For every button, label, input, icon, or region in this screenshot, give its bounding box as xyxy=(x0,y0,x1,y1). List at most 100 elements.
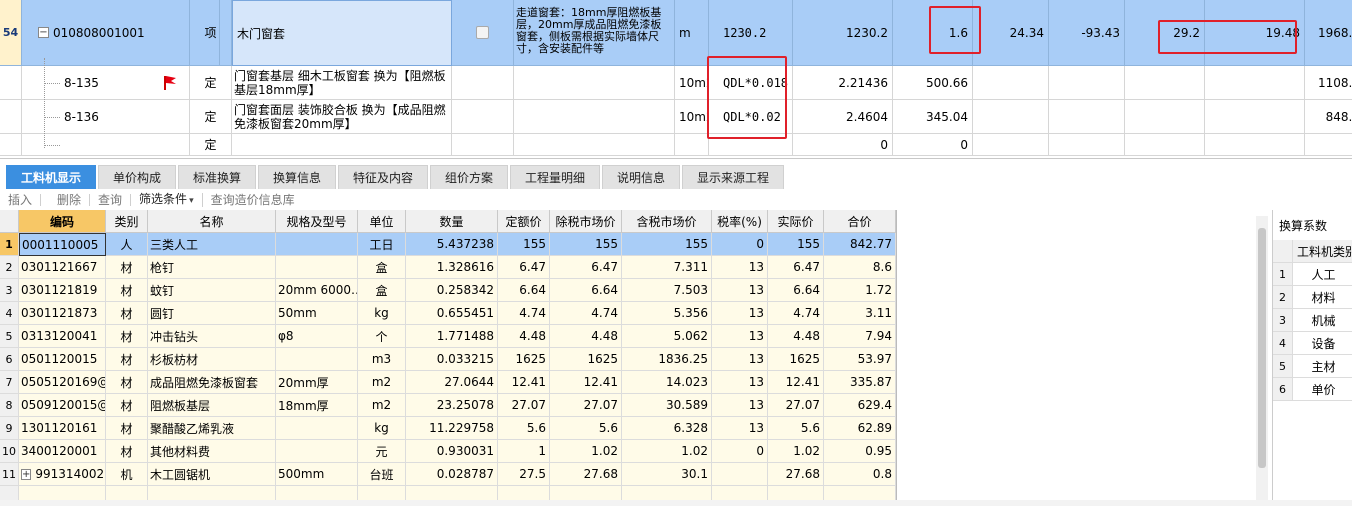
quantity-cell[interactable]: 27.0644 xyxy=(406,371,498,394)
filter-dropdown[interactable]: 筛选条件 ▾ xyxy=(131,193,203,207)
column-header-quantity[interactable]: 数量 xyxy=(406,210,498,233)
actual-price-cell[interactable]: 6.64 xyxy=(768,279,824,302)
item-name-cell[interactable]: 木门窗套 xyxy=(232,0,452,66)
spec-cell[interactable] xyxy=(276,440,358,463)
quota-price-cell[interactable]: 1625 xyxy=(498,348,550,371)
quota-price-cell[interactable]: 6.47 xyxy=(498,256,550,279)
unit-cell[interactable]: 盒 xyxy=(358,256,406,279)
factor-row[interactable]: 6 单价 xyxy=(1273,378,1352,401)
amount-cell[interactable]: 842.77 xyxy=(824,233,896,256)
resource-row[interactable]: 3 0301121819 材蚊钉 20mm 6000… 盒 0.258342 6.64 6.6… xyxy=(0,279,896,302)
quantity-cell[interactable]: 23.25078 xyxy=(406,394,498,417)
actual-price-cell[interactable]: 4.48 xyxy=(768,325,824,348)
factor-row[interactable]: 1 人工 xyxy=(1273,263,1352,286)
tab-description[interactable]: 说明信息 xyxy=(602,165,680,189)
name-cell[interactable]: 枪钉 xyxy=(148,256,276,279)
tab-unit-price-composition[interactable]: 单价构成 xyxy=(98,165,176,189)
code-cell[interactable]: 0501120015 xyxy=(19,348,106,371)
column-header-quota-price[interactable]: 定额价 xyxy=(498,210,550,233)
collapse-icon[interactable]: − xyxy=(38,27,49,38)
ex-tax-price-cell[interactable]: 27.07 xyxy=(550,394,622,417)
name-cell[interactable]: 圆钉 xyxy=(148,302,276,325)
code-cell[interactable]: 0509120015@1 xyxy=(19,394,106,417)
quantity-cell[interactable]: 0.258342 xyxy=(406,279,498,302)
name-cell[interactable]: 其他材料费 xyxy=(148,440,276,463)
quantity-cell[interactable]: 1.771488 xyxy=(406,325,498,348)
feature-cell[interactable]: 走道窗套：18mm厚阻燃板基层，20mm厚成品阻燃免漆板窗套，侧板需根据实际墙体… xyxy=(514,0,675,66)
code-cell[interactable]: +9913140023 xyxy=(19,463,106,486)
in-tax-price-cell[interactable]: 5.062 xyxy=(622,325,712,348)
quantity-cell[interactable]: 0.028787 xyxy=(406,463,498,486)
type-cell[interactable]: 材 xyxy=(106,417,148,440)
amount-cell[interactable]: 7.94 xyxy=(824,325,896,348)
quota-row[interactable]: 8-136 定 门窗套面层 装饰胶合板 换为【成品阻燃免漆板窗套20mm厚】 1… xyxy=(0,100,1352,134)
quantity-expression-cell[interactable]: QDL*0.02 xyxy=(709,100,793,134)
in-tax-price-cell[interactable]: 1836.25 xyxy=(622,348,712,371)
column-header-actual-price[interactable]: 实际价 xyxy=(768,210,824,233)
column-header-spec[interactable]: 规格及型号 xyxy=(276,210,358,233)
spec-cell[interactable]: 18mm厚 xyxy=(276,394,358,417)
tax-rate-cell[interactable]: 0 xyxy=(712,233,768,256)
name-cell[interactable]: 杉板枋材 xyxy=(148,348,276,371)
actual-price-cell[interactable]: 155 xyxy=(768,233,824,256)
tab-quantity-details[interactable]: 工程量明细 xyxy=(510,165,600,189)
in-tax-price-cell[interactable]: 7.311 xyxy=(622,256,712,279)
tax-rate-cell[interactable] xyxy=(712,463,768,486)
amount-cell[interactable]: 629.4 xyxy=(824,394,896,417)
code-cell[interactable]: 0301121819 xyxy=(19,279,106,302)
factor-row[interactable]: 2 材料 xyxy=(1273,286,1352,309)
amount-cell[interactable]: 3.11 xyxy=(824,302,896,325)
amount-cell[interactable]: 1.72 xyxy=(824,279,896,302)
type-cell[interactable]: 材 xyxy=(106,302,148,325)
column-header-in-tax-price[interactable]: 含税市场价 xyxy=(622,210,712,233)
quota-price-cell[interactable]: 4.48 xyxy=(498,325,550,348)
amount-cell[interactable]: 0.95 xyxy=(824,440,896,463)
bill-item-row[interactable]: 54 − 010808001001 项 木门窗套 走道窗套：18mm厚阻燃板基层… xyxy=(0,0,1352,66)
actual-price-cell[interactable]: 6.47 xyxy=(768,256,824,279)
ex-tax-price-cell[interactable]: 4.74 xyxy=(550,302,622,325)
unit-cell[interactable]: 台班 xyxy=(358,463,406,486)
spec-cell[interactable] xyxy=(276,348,358,371)
column-header-amount[interactable]: 合价 xyxy=(824,210,896,233)
ex-tax-price-cell[interactable]: 1.02 xyxy=(550,440,622,463)
spec-cell[interactable]: 20mm 6000… xyxy=(276,279,358,302)
delete-button[interactable]: 删除 xyxy=(41,194,91,206)
factor-row[interactable]: 3 机械 xyxy=(1273,309,1352,332)
in-tax-price-cell[interactable]: 7.503 xyxy=(622,279,712,302)
insert-button[interactable]: 插入 xyxy=(0,194,42,206)
code-cell[interactable]: 3400120001 xyxy=(19,440,106,463)
type-cell[interactable]: 材 xyxy=(106,371,148,394)
quota-price-cell[interactable]: 1 xyxy=(498,440,550,463)
tab-features-content[interactable]: 特征及内容 xyxy=(338,165,428,189)
factor-row[interactable]: 4 设备 xyxy=(1273,332,1352,355)
resource-row[interactable]: 6 0501120015 材杉板枋材 m3 0.033215 1625 1625 1836.2… xyxy=(0,348,896,371)
column-header-type[interactable]: 类别 xyxy=(106,210,148,233)
spec-cell[interactable]: 20mm厚 xyxy=(276,371,358,394)
ex-tax-price-cell[interactable]: 155 xyxy=(550,233,622,256)
quantity-cell[interactable]: 0.930031 xyxy=(406,440,498,463)
column-header-ex-tax-price[interactable]: 除税市场价 xyxy=(550,210,622,233)
type-cell[interactable]: 材 xyxy=(106,440,148,463)
name-cell[interactable]: 成品阻燃免漆板窗套 xyxy=(148,371,276,394)
name-cell[interactable]: 阻燃板基层 xyxy=(148,394,276,417)
code-cell[interactable]: 0313120041 xyxy=(19,325,106,348)
factor-category-label[interactable]: 单价 xyxy=(1293,378,1352,401)
actual-price-cell[interactable]: 12.41 xyxy=(768,371,824,394)
scrollbar-thumb[interactable] xyxy=(1258,228,1266,468)
resource-row[interactable]: 80509120015@1材阻燃板基层18mm厚m223.2507827.072… xyxy=(0,394,896,417)
code-cell[interactable]: 0505120169@1 xyxy=(19,371,106,394)
type-cell[interactable]: 材 xyxy=(106,348,148,371)
quota-price-cell[interactable]: 155 xyxy=(498,233,550,256)
factor-category-label[interactable]: 设备 xyxy=(1293,332,1352,355)
quota-row-empty[interactable]: 定 0 0 xyxy=(0,134,1352,156)
quota-name[interactable]: 门窗套面层 装饰胶合板 换为【成品阻燃免漆板窗套20mm厚】 xyxy=(232,100,452,134)
code-cell[interactable]: 1301120161 xyxy=(19,417,106,440)
spec-cell[interactable] xyxy=(276,233,358,256)
code-cell[interactable]: 0001110005 xyxy=(19,233,106,256)
in-tax-price-cell[interactable]: 155 xyxy=(622,233,712,256)
checkbox[interactable] xyxy=(476,26,489,39)
actual-price-cell[interactable]: 27.68 xyxy=(768,463,824,486)
name-cell[interactable]: 蚊钉 xyxy=(148,279,276,302)
in-tax-price-cell[interactable]: 5.356 xyxy=(622,302,712,325)
factor-category-label[interactable]: 主材 xyxy=(1293,355,1352,378)
